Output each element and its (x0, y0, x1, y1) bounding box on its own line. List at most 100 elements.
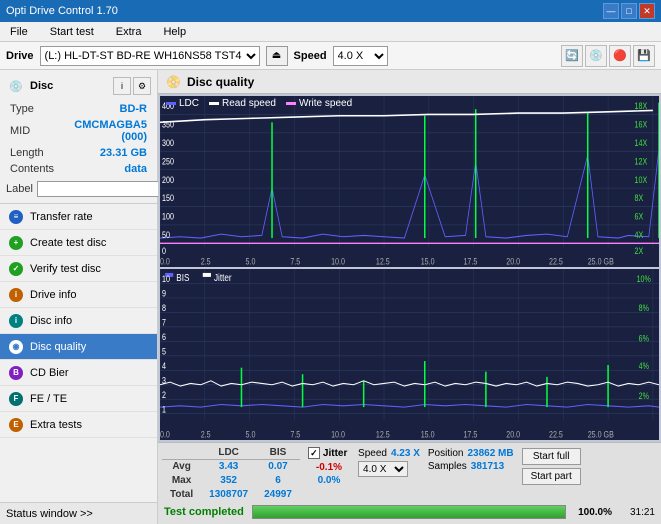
drive-select[interactable]: (L:) HL-DT-ST BD-RE WH16NS58 TST4 (40, 46, 260, 66)
drive-info-icon: i (8, 287, 24, 303)
toolbar-icon-1[interactable]: 🔄 (561, 45, 583, 67)
svg-text:1: 1 (162, 405, 166, 415)
svg-text:10%: 10% (637, 274, 652, 284)
svg-text:20.0: 20.0 (506, 430, 520, 440)
svg-text:7.5: 7.5 (290, 430, 300, 440)
stats-row-avg-label: Avg (162, 460, 201, 474)
svg-text:17.5: 17.5 (463, 430, 477, 440)
content-header: 📀 Disc quality (158, 70, 661, 94)
stats-max-bis: 6 (256, 474, 300, 488)
stats-max-ldc: 352 (201, 474, 256, 488)
jitter-checkbox-row[interactable]: ✓ Jitter (308, 447, 350, 461)
svg-text:12.5: 12.5 (376, 430, 390, 440)
start-part-button[interactable]: Start part (522, 468, 581, 485)
svg-text:0: 0 (162, 246, 166, 256)
stats-avg-bis: 0.07 (256, 460, 300, 474)
sidebar-item-create-test-disc[interactable]: + Create test disc (0, 230, 157, 256)
svg-text:50: 50 (162, 230, 170, 240)
status-window-button[interactable]: Status window >> (0, 502, 157, 524)
disc-btn-2[interactable]: ⚙ (133, 77, 151, 95)
extra-tests-label: Extra tests (30, 419, 82, 431)
sidebar-item-transfer-rate[interactable]: ≡ Transfer rate (0, 204, 157, 230)
toolbar-icon-3[interactable]: 🔴 (609, 45, 631, 67)
sidebar-item-drive-info[interactable]: i Drive info (0, 282, 157, 308)
disc-length-value: 23.31 GB (58, 146, 149, 160)
stats-col-bis: BIS (256, 446, 300, 460)
stats-table-area: LDC BIS Avg 3.43 0.07 Max 352 (158, 443, 661, 501)
sidebar-item-verify-test-disc[interactable]: ✓ Verify test disc (0, 256, 157, 282)
toolbar-icon-2[interactable]: 💿 (585, 45, 607, 67)
status-text: Test completed (164, 506, 244, 518)
nav-items: ≡ Transfer rate + Create test disc ✓ Ver… (0, 204, 157, 502)
svg-text:7: 7 (162, 318, 166, 328)
disc-info-icon: i (8, 313, 24, 329)
ldc-label: LDC (179, 98, 199, 109)
window-controls[interactable]: — □ ✕ (603, 3, 655, 19)
transfer-rate-label: Transfer rate (30, 211, 93, 223)
sidebar-item-disc-info[interactable]: i Disc info (0, 308, 157, 334)
right-stats: Speed 4.23 X 4.0 X 1.0 X 2.0 X 8.0 X (358, 446, 581, 501)
progress-bar-fill (253, 506, 565, 518)
speed-select[interactable]: 4.0 X 1.0 X 2.0 X 8.0 X MAX (333, 46, 388, 66)
jitter-checkbox[interactable]: ✓ (308, 447, 320, 459)
svg-text:17.5: 17.5 (463, 257, 477, 267)
position-row: Position 23862 MB (428, 448, 514, 459)
sidebar-item-cd-bier[interactable]: B CD Bier (0, 360, 157, 386)
stats-speed-select[interactable]: 4.0 X 1.0 X 2.0 X 8.0 X (358, 461, 408, 477)
svg-text:6X: 6X (635, 212, 644, 222)
sidebar-item-disc-quality[interactable]: ◉ Disc quality (0, 334, 157, 360)
stats-col-empty (162, 446, 201, 460)
stats-max-jitter: 0.0% (308, 474, 350, 487)
svg-text:10X: 10X (635, 175, 648, 185)
minimize-button[interactable]: — (603, 3, 619, 19)
svg-text:2%: 2% (639, 391, 650, 401)
speed-value: 4.23 X (391, 448, 420, 459)
disc-label-row: Label ✏ (6, 181, 151, 197)
svg-text:8X: 8X (635, 193, 644, 203)
content-header-title: Disc quality (187, 75, 254, 89)
svg-text:0.0: 0.0 (160, 430, 170, 440)
disc-header: 💿 Disc i ⚙ (6, 76, 151, 96)
disc-btn-1[interactable]: i (113, 77, 131, 95)
svg-text:2.5: 2.5 (201, 430, 211, 440)
speed-select-row[interactable]: 4.0 X 1.0 X 2.0 X 8.0 X (358, 461, 420, 477)
maximize-button[interactable]: □ (621, 3, 637, 19)
drive-info-label: Drive info (30, 289, 76, 301)
menu-file[interactable]: File (4, 24, 34, 40)
svg-text:2: 2 (162, 390, 166, 400)
svg-text:25.0 GB: 25.0 GB (588, 257, 615, 267)
svg-text:2X: 2X (635, 246, 644, 256)
menu-start-test[interactable]: Start test (44, 24, 100, 40)
disc-panel: 💿 Disc i ⚙ Type BD-R MID CMCMAGBA5 (000) (0, 70, 157, 204)
label-field-label: Label (6, 183, 33, 195)
sidebar-item-extra-tests[interactable]: E Extra tests (0, 412, 157, 438)
drive-label: Drive (6, 50, 34, 62)
stats-avg-jitter: -0.1% (308, 461, 350, 474)
chart-ldc: LDC Read speed Write speed (160, 96, 659, 267)
menu-help[interactable]: Help (157, 24, 192, 40)
write-speed-dot (286, 102, 296, 105)
label-input[interactable] (37, 181, 175, 197)
svg-text:0.0: 0.0 (160, 257, 170, 267)
disc-contents-label: Contents (8, 162, 56, 176)
main-layout: 💿 Disc i ⚙ Type BD-R MID CMCMAGBA5 (000) (0, 70, 661, 524)
svg-text:4: 4 (162, 361, 166, 371)
position-value: 23862 MB (467, 448, 513, 459)
speed-info: Speed 4.23 X 4.0 X 1.0 X 2.0 X 8.0 X (358, 448, 420, 477)
toolbar-icon-4[interactable]: 💾 (633, 45, 655, 67)
eject-button[interactable]: ⏏ (266, 46, 288, 66)
disc-length-label: Length (8, 146, 56, 160)
speed-label: Speed (358, 448, 387, 459)
svg-text:4X: 4X (635, 230, 644, 240)
transfer-rate-icon: ≡ (8, 209, 24, 225)
svg-text:15.0: 15.0 (421, 257, 435, 267)
close-button[interactable]: ✕ (639, 3, 655, 19)
start-full-button[interactable]: Start full (522, 448, 581, 465)
action-buttons: Start full Start part (522, 448, 581, 485)
svg-text:250: 250 (162, 157, 174, 167)
sidebar-item-fe-te[interactable]: F FE / TE (0, 386, 157, 412)
create-test-disc-label: Create test disc (30, 237, 106, 249)
disc-mid-value: CMCMAGBA5 (000) (58, 118, 149, 144)
svg-text:4%: 4% (639, 361, 650, 371)
menu-extra[interactable]: Extra (110, 24, 148, 40)
